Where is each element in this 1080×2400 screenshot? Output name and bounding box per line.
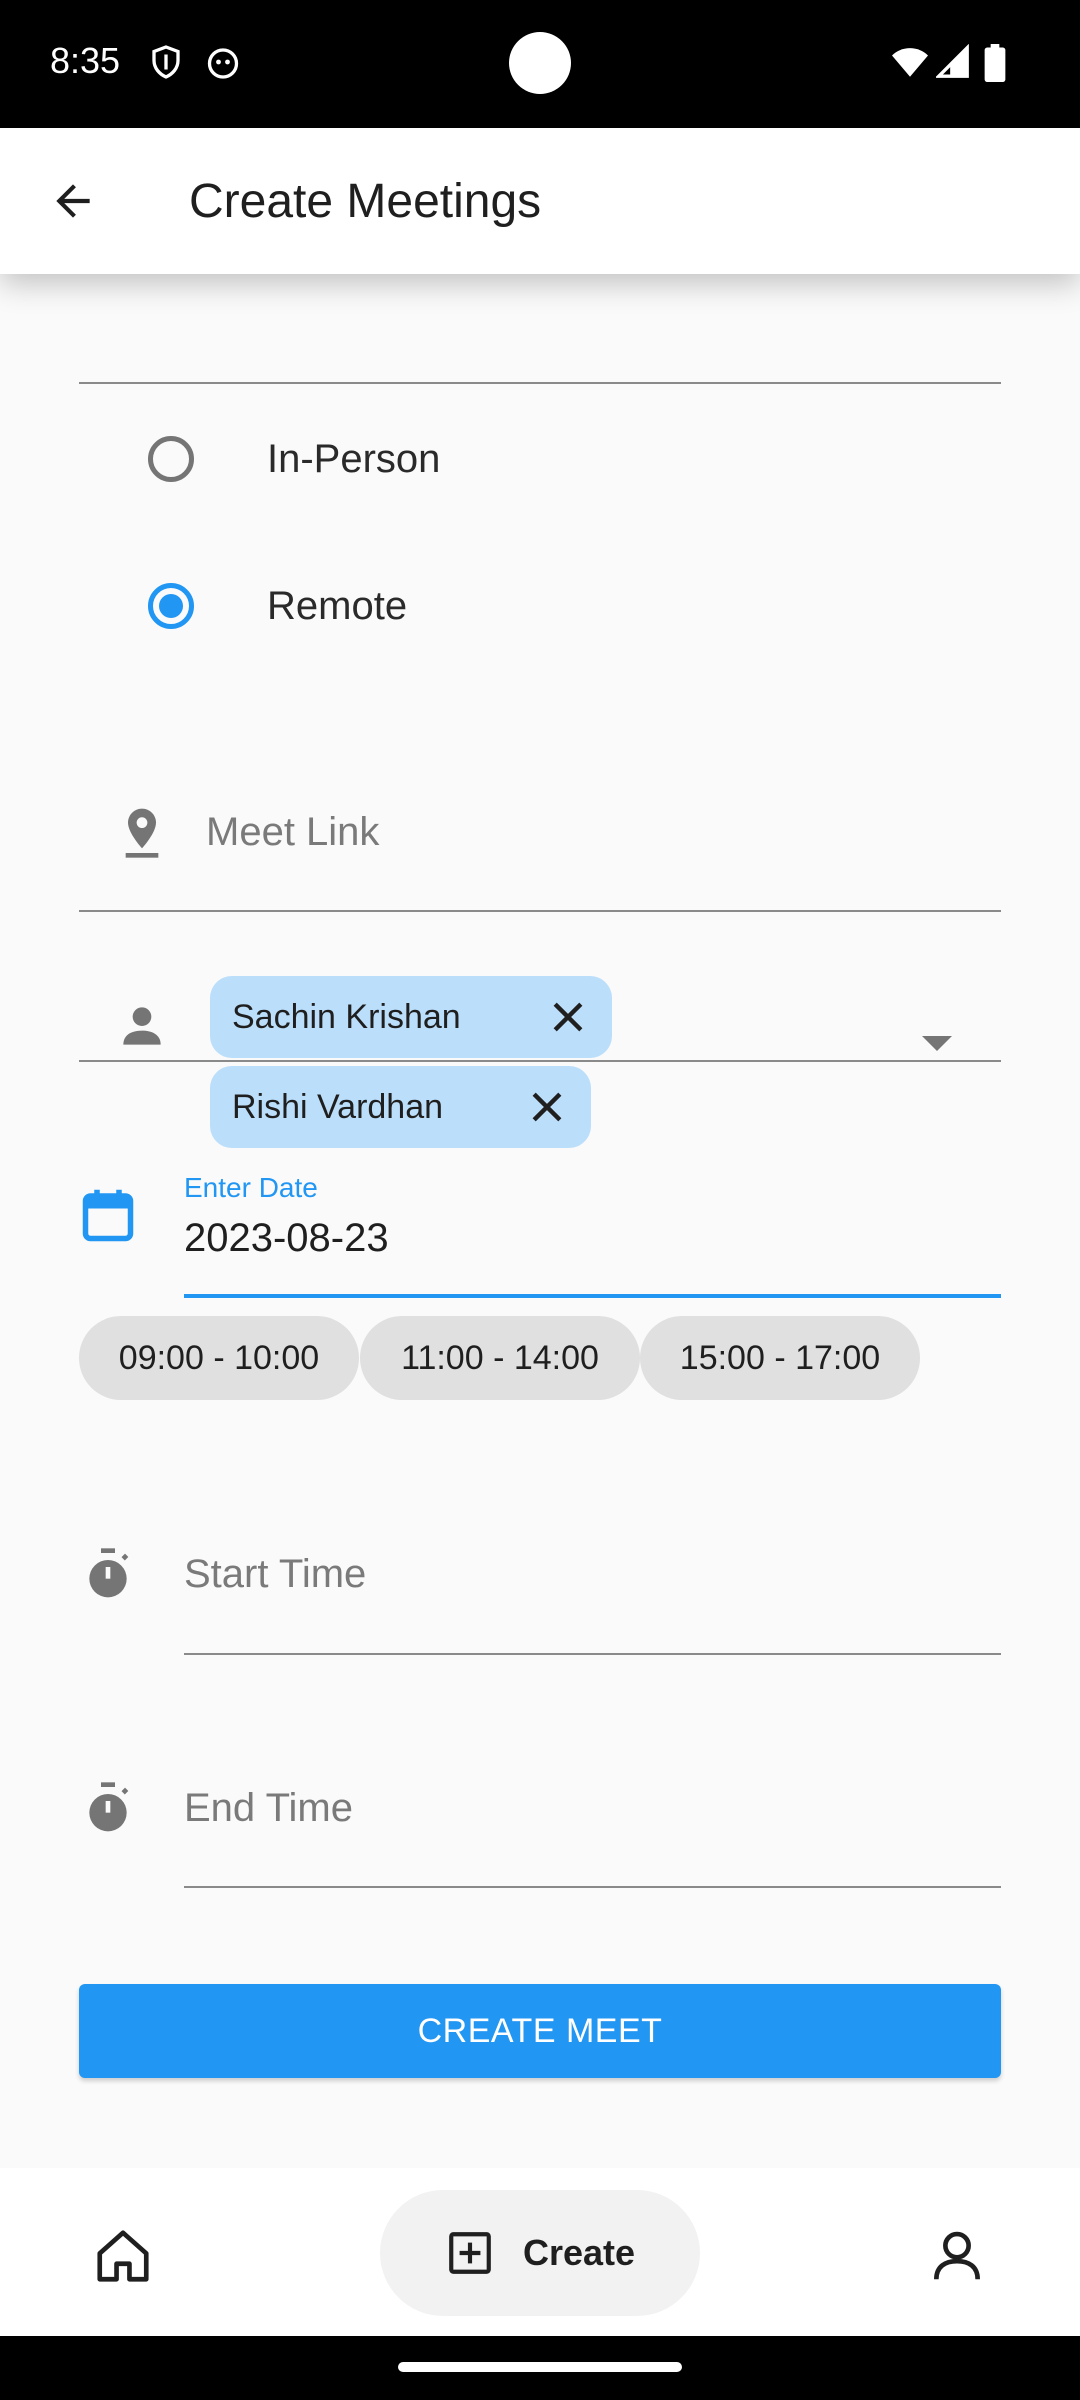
participant-name: Sachin Krishan [232,997,461,1036]
radio-button[interactable] [148,436,194,482]
participant-chip: Rishi Vardhan [210,1066,591,1148]
person-icon [114,998,170,1054]
gesture-bar [0,2336,1080,2400]
meeting-form: In-Person Remote Meet Link Sachin Krisha… [0,274,1080,2168]
battery-icon [984,44,1008,82]
date-label: Enter Date [184,1172,318,1203]
app-bar: Create Meetings [0,128,1080,274]
arrow-back-icon [56,184,90,218]
participants-underline [79,1060,1001,1062]
radio-button[interactable] [148,583,194,629]
participant-chip: Sachin Krishan [210,976,612,1058]
date-value[interactable]: 2023-08-23 [184,1216,389,1261]
date-underline [184,1294,1001,1298]
end-time-underline [184,1886,1001,1888]
camera-cutout [509,32,571,94]
previous-field-underline [79,382,1001,384]
timer-icon [80,1780,136,1836]
page-title: Create Meetings [189,175,542,228]
close-icon [532,1092,562,1122]
wifi-icon [890,44,930,80]
nav-profile-button[interactable] [926,2225,988,2287]
radio-in-person[interactable]: In-Person [148,424,440,494]
radio-label: Remote [267,583,408,628]
end-time-placeholder: End Time [184,1786,353,1830]
add-box-icon [449,2232,491,2274]
timer-icon [80,1546,136,1602]
meet-link-placeholder: Meet Link [206,810,380,854]
create-meet-button[interactable]: CREATE MEET [79,1984,1001,2078]
nav-home-button[interactable] [92,2225,154,2287]
bottom-navigation: Create [0,2168,1080,2336]
time-slot-chip[interactable]: 09:00 - 10:00 [79,1316,359,1400]
dropdown-arrow-icon[interactable] [918,1310,954,1330]
remove-chip-button[interactable] [525,1085,569,1129]
back-button[interactable] [40,168,106,234]
nav-create-button[interactable]: Create [380,2190,700,2316]
meet-link-underline [79,910,1001,912]
close-icon [553,1002,583,1032]
status-bar: 8:35 [0,0,1080,128]
time-slot-chip[interactable]: 11:00 - 14:00 [360,1316,640,1400]
home-indicator[interactable] [398,2362,682,2372]
calendar-icon [78,1186,134,1242]
time-slot-chip[interactable]: 15:00 - 17:00 [640,1316,920,1400]
radio-label: In-Person [267,436,441,481]
home-icon [97,2230,149,2282]
radio-remote[interactable]: Remote [148,571,407,641]
caret-down-icon[interactable] [922,1036,952,1052]
status-time: 8:35 [50,40,121,81]
start-time-underline [184,1653,1001,1655]
shield-icon [148,44,184,80]
cell-signal-icon [934,43,972,80]
cat-face-icon [205,44,241,80]
nav-create-label: Create [522,2232,636,2273]
participant-name: Rishi Vardhan [232,1087,444,1126]
start-time-placeholder: Start Time [184,1552,367,1596]
remove-chip-button[interactable] [546,995,590,1039]
location-pin-icon [114,804,170,860]
person-outline-icon [934,2231,980,2280]
